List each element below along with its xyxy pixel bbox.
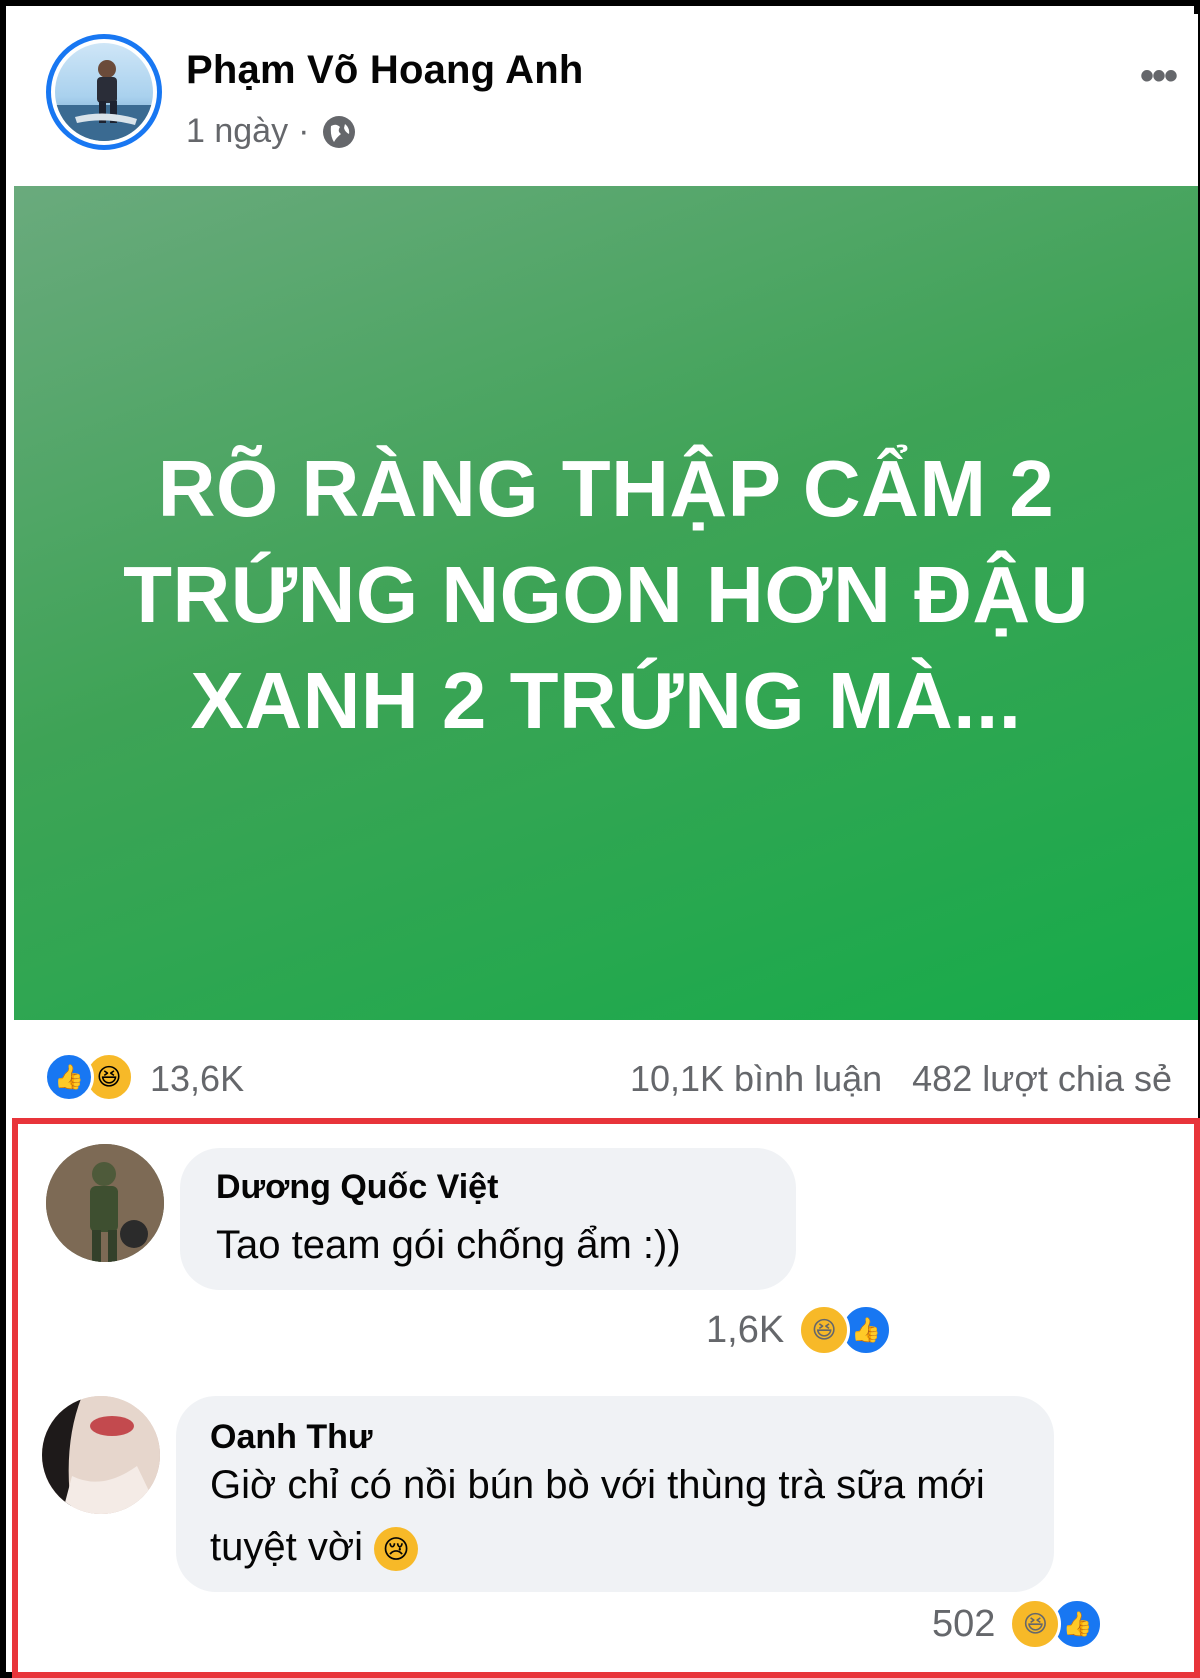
post-frame: Phạm Võ Hoang Anh 1 ngày · ••• RÕ RÀNG T… xyxy=(0,0,1200,1678)
globe-icon xyxy=(323,115,356,148)
comment-text: Tao team gói chống ẩm :)) xyxy=(216,1223,681,1267)
sad-emoji-icon: 😢 xyxy=(374,1527,419,1572)
comment-reactions[interactable]: 502 😆 👍 xyxy=(932,1598,1104,1650)
comment-text-content: Giờ chỉ có nồi bún bò với thùng trà sữa … xyxy=(210,1463,985,1569)
engagement-stats: 10,1K bình luận 482 lượt chia sẻ xyxy=(630,1058,1172,1100)
comment-text: Giờ chỉ có nồi bún bò với thùng trà sữa … xyxy=(210,1454,1030,1578)
comment-reaction-count: 1,6K xyxy=(706,1308,785,1351)
meta-separator: · xyxy=(298,112,310,150)
avatar-photo xyxy=(55,43,153,141)
commenter-avatar[interactable] xyxy=(42,1396,160,1514)
post-header: Phạm Võ Hoang Anh 1 ngày · ••• xyxy=(14,14,1198,186)
haha-icon: 😆 xyxy=(1009,1598,1062,1650)
more-options-icon[interactable]: ••• xyxy=(1140,54,1178,99)
comment-reaction-count: 502 xyxy=(932,1602,996,1645)
commenter-photo-icon xyxy=(46,1144,164,1262)
comment-bubble: Oanh Thư Giờ chỉ có nồi bún bò với thùng… xyxy=(176,1396,1054,1592)
comment-reactions[interactable]: 1,6K 😆 👍 xyxy=(706,1304,893,1356)
comments-count[interactable]: 10,1K bình luận xyxy=(630,1058,882,1100)
comment-reaction-icons: 😆 👍 xyxy=(798,1304,893,1356)
author-name[interactable]: Phạm Võ Hoang Anh xyxy=(186,48,583,93)
shares-count[interactable]: 482 lượt chia sẻ xyxy=(912,1058,1172,1100)
commenter-avatar[interactable] xyxy=(46,1144,164,1262)
post-time[interactable]: 1 ngày xyxy=(186,112,288,151)
like-icon: 👍 xyxy=(44,1052,94,1102)
comments-section: Dương Quốc Việt Tao team gói chống ẩm :)… xyxy=(12,1118,1200,1678)
author-avatar[interactable] xyxy=(46,34,162,150)
commenter-name[interactable]: Dương Quốc Việt xyxy=(216,1168,498,1207)
haha-icon: 😆 xyxy=(798,1304,851,1356)
reaction-icons[interactable]: 👍 😆 xyxy=(44,1052,134,1102)
post-background: RÕ RÀNG THẬP CẨM 2 TRỨNG NGON HƠN ĐẬU XA… xyxy=(14,186,1198,1020)
comment-reaction-icons: 😆 👍 xyxy=(1009,1598,1104,1650)
post-stats: 👍 😆 13,6K 10,1K bình luận 482 lượt chia … xyxy=(14,1020,1198,1120)
commenter-name[interactable]: Oanh Thư xyxy=(210,1418,373,1457)
reactions-count[interactable]: 13,6K xyxy=(150,1058,244,1100)
post-meta: 1 ngày · xyxy=(186,112,356,151)
post-text: RÕ RÀNG THẬP CẨM 2 TRỨNG NGON HƠN ĐẬU XA… xyxy=(123,444,1089,745)
commenter-photo-icon xyxy=(42,1396,160,1514)
person-silhouette-icon xyxy=(55,60,153,141)
comment-bubble: Dương Quốc Việt Tao team gói chống ẩm :)… xyxy=(180,1148,796,1290)
